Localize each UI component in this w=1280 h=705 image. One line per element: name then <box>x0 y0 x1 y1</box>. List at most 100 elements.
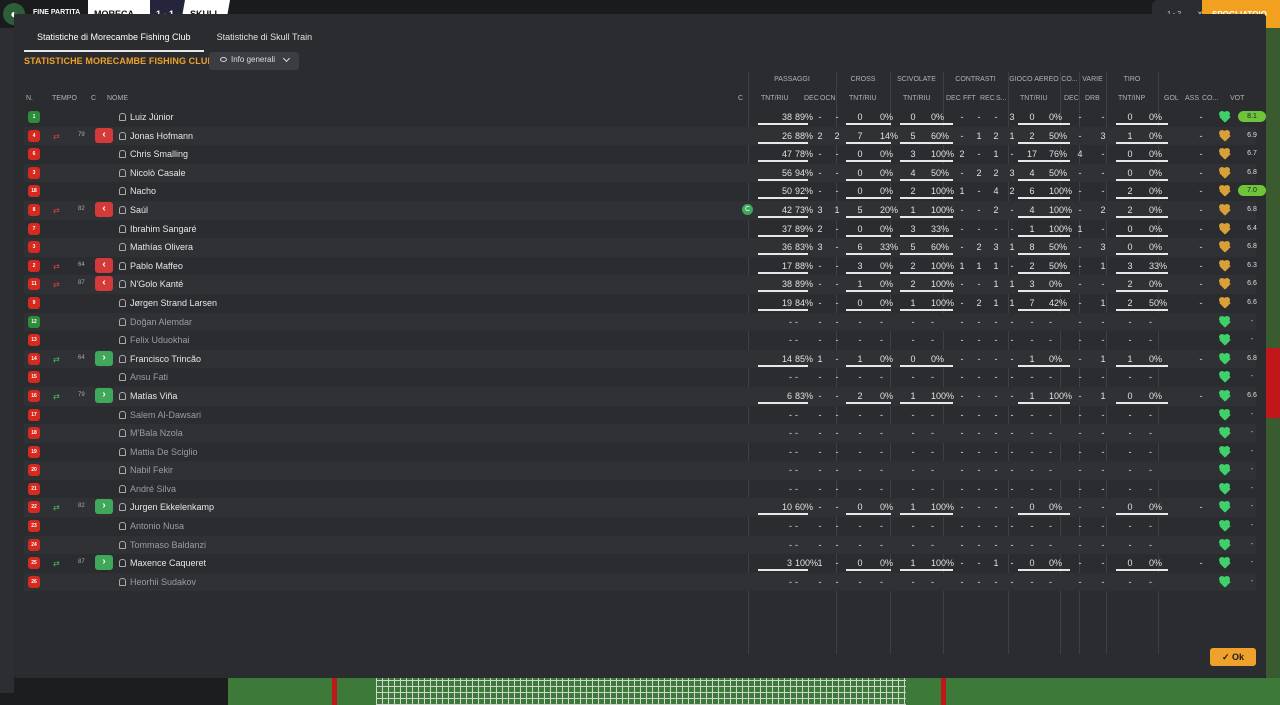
table-row[interactable]: 8 ⇄ 82 ‹ Saúl C 42 73% 3 1 5 20% 1 100% - -2-4 100% -2 2 0%… <box>24 200 1257 220</box>
stat-pass-ocn: - <box>835 539 839 550</box>
table-row[interactable]: 1 Luiz Júnior 38 89% - -0 0% 0 0% - - -3 0 0% - -0 0% -8.… <box>24 108 1266 127</box>
header-con-dec[interactable]: DEC <box>946 95 961 102</box>
player-name[interactable]: Francisco Trincão <box>130 354 201 364</box>
stat-con-rec: 3 <box>993 242 999 253</box>
sub-out-icon[interactable]: ‹ <box>95 127 113 143</box>
view-dropdown[interactable]: Info generali <box>209 52 299 70</box>
stat-tiro-t: 2 <box>1127 279 1133 290</box>
table-row[interactable]: 18 M'Bala Nzola - - - - - - - - - - - - - - - - - - - <box>24 424 1256 443</box>
player-name[interactable]: Luiz Júnior <box>130 112 174 122</box>
player-name[interactable]: Doğan Alemdar <box>130 317 192 327</box>
player-name[interactable]: Chris Smalling <box>130 149 188 159</box>
table-row[interactable]: 12 Doğan Alemdar - - - - - - - - - - - - - - - - - - - <box>24 312 1256 332</box>
header-con-fft[interactable]: FFT <box>963 95 976 102</box>
player-name[interactable]: Matías Viña <box>130 391 177 401</box>
table-row[interactable]: 9 Jørgen Strand Larsen 19 84% - -0 0% 1 100% -2 1 1… <box>24 294 1257 313</box>
header-n[interactable]: N. <box>26 95 33 102</box>
header-pass-dec[interactable]: DEC <box>804 95 819 102</box>
header-sciv-tntriu[interactable]: TNT/RIU <box>903 95 931 102</box>
header-pass-ocn[interactable]: OCN <box>820 95 836 102</box>
table-row[interactable]: 15 Ansu Fati - - - - - - - - - - - - - - - - - - - <box>24 368 1256 387</box>
header-c[interactable]: C <box>91 95 96 102</box>
stat-con-rec: - <box>994 390 998 401</box>
header-tempo[interactable]: TEMPO <box>52 95 77 102</box>
table-row[interactable]: 11 ⇄ 87 ‹ N'Golo Kanté 38 89% - -1 0% 2 100% - -1 1 3 0%… <box>24 275 1257 294</box>
header-cross-tntriu[interactable]: TNT/RIU <box>849 95 877 102</box>
player-name[interactable]: Pablo Maffeo <box>130 261 183 271</box>
tab-skull-train[interactable]: Statistiche di Skull Train <box>204 28 326 52</box>
player-name[interactable]: Ansu Fati <box>130 372 168 382</box>
table-row[interactable]: 6 Chris Smalling 47 78% - -0 0% 3 100% 2-1-17 76% 4… <box>24 145 1257 164</box>
tab-morecambe[interactable]: Statistiche di Morecambe Fishing Club <box>24 28 204 52</box>
header-gol[interactable]: GOL <box>1164 95 1179 102</box>
form-heart-icon <box>1219 408 1231 421</box>
sub-in-icon[interactable]: › <box>95 555 113 571</box>
table-row[interactable]: 17 Salem Al-Dawsari - - - - - - - - - - - - - - - - - - - <box>24 406 1256 425</box>
table-row[interactable]: 22 ⇄ 82 › Jurgen Ekkelenkamp 10 60% - -0 0% 1 100% -… <box>24 498 1256 518</box>
table-row[interactable]: 3 Nicolò Casale 56 94% - -0 0% 4 50% -2 2 3 4 50% - -0 0… <box>24 163 1257 183</box>
header-pass-tntriu[interactable]: TNT/RIU <box>761 95 789 102</box>
stat-drb: - <box>1101 112 1105 122</box>
player-name[interactable]: Maxence Caqueret <box>130 558 206 568</box>
table-row[interactable]: 20 Nabil Fekir - - - - - - - - - - - - - - - - - - - <box>24 461 1256 480</box>
table-row[interactable]: 26 Heorhii Sudakov - - - - - - - - - - - - - - - - - - - <box>24 572 1256 592</box>
table-row[interactable]: 16 ⇄ 79 › Matías Viña 6 83% - -2 0% 1 100% - - - -1 100%… <box>24 386 1257 406</box>
sub-out-icon[interactable]: ‹ <box>95 201 113 217</box>
stat-aer-p: 50% <box>1049 167 1068 178</box>
stat-co-dec: - <box>1078 390 1082 401</box>
header-drb[interactable]: DRB <box>1085 95 1100 102</box>
player-name[interactable]: Ibrahim Sangaré <box>130 224 197 234</box>
table-row[interactable]: 14 ⇄ 64 › Francisco Trincão 14 85% 1-1 0% 0 0% - - - -… <box>24 349 1257 369</box>
sub-in-icon[interactable]: › <box>95 350 113 366</box>
header-vot[interactable]: VOT <box>1230 95 1244 102</box>
ok-button[interactable]: ✓ Ok <box>1210 648 1256 666</box>
player-name[interactable]: Mathías Olivera <box>130 242 193 252</box>
player-name[interactable]: Mattia De Sciglio <box>130 447 198 457</box>
player-name[interactable]: Antonio Nusa <box>130 521 184 531</box>
player-name[interactable]: Heorhii Sudakov <box>130 577 196 587</box>
stat-underline <box>1116 197 1168 200</box>
player-name[interactable]: André Silva <box>130 484 176 494</box>
table-row[interactable]: 25 ⇄ 87 › Maxence Caqueret 3 100% 1-0 0% 1 100% - -1… <box>24 554 1256 573</box>
header-nome[interactable]: NOME <box>107 95 128 102</box>
sub-out-icon[interactable]: ‹ <box>95 257 113 273</box>
header-captain[interactable]: C <box>738 95 743 102</box>
player-name[interactable]: Felix Uduokhai <box>130 335 190 345</box>
stat-aer-p: - <box>1049 465 1052 476</box>
header-aer-tntriu[interactable]: TNT/RIU <box>1020 95 1048 102</box>
table-row[interactable]: 23 Antonio Nusa - - - - - - - - - - - - - - - - - - - <box>24 517 1256 536</box>
sub-in-icon[interactable]: › <box>95 387 113 403</box>
stat-tiro-t: - <box>1128 446 1132 457</box>
table-row[interactable]: 19 Mattia De Sciglio - - - - - - - - - - - - - - - - - - - <box>24 443 1256 462</box>
table-row[interactable]: 4 ⇄ 79 ‹ Jonas Hofmann 26 88% 2 2 7 14% 5 60% -1 2 1 2 50… <box>24 126 1257 146</box>
table-row[interactable]: 18 Nacho 50 92% - -0 0% 2 100% 1-4 2 6 100% - -2 0% -7.0 <box>24 182 1266 201</box>
table-row[interactable]: 3 Mathías Olivera 36 83% 3-6 33% 5 60% -2 3 1 8 50% -… <box>24 238 1257 257</box>
player-name[interactable]: M'Bala Nzola <box>130 428 183 438</box>
stat-tiro-p: 0% <box>1149 112 1163 122</box>
player-name[interactable]: N'Golo Kanté <box>130 279 183 289</box>
header-co2[interactable]: CO... <box>1202 95 1219 102</box>
player-name[interactable]: Nicolò Casale <box>130 168 186 178</box>
player-name[interactable]: Nacho <box>130 186 156 196</box>
player-name[interactable]: Tommaso Baldanzi <box>130 540 206 550</box>
player-name[interactable]: Jørgen Strand Larsen <box>130 298 217 308</box>
header-con-rec[interactable]: REC <box>980 95 995 102</box>
stat-con-dec: - <box>960 316 964 327</box>
header-ass[interactable]: ASS <box>1185 95 1199 102</box>
player-name[interactable]: Jonas Hofmann <box>130 131 193 141</box>
table-row[interactable]: 13 Felix Uduokhai - - - - - - - - - - - - - - - - - - - <box>24 331 1256 350</box>
sub-in-icon[interactable]: › <box>95 499 113 515</box>
table-row[interactable]: 21 André Silva - - - - - - - - - - - - - - - - - - - <box>24 480 1256 499</box>
player-name[interactable]: Saúl <box>130 205 148 215</box>
team-tabs: Statistiche di Morecambe Fishing Club St… <box>24 28 325 52</box>
player-name[interactable]: Salem Al-Dawsari <box>130 410 201 420</box>
player-name[interactable]: Jurgen Ekkelenkamp <box>130 502 214 512</box>
header-tiro-tntinp[interactable]: TNT/INP <box>1118 95 1145 102</box>
table-row[interactable]: 2 ⇄ 64 ‹ Pablo Maffeo 17 88% - -3 0% 2 100% 1 1 1-2 50%… <box>24 257 1257 276</box>
table-row[interactable]: 24 Tommaso Baldanzi - - - - - - - - - - - - - - - - - - - <box>24 535 1256 555</box>
player-name[interactable]: Nabil Fekir <box>130 465 173 475</box>
sub-out-icon[interactable]: ‹ <box>95 276 113 292</box>
table-row[interactable]: 7 Ibrahim Sangaré 37 89% 2-0 0% 3 33% - - - -1 100% 1… <box>24 220 1257 239</box>
header-co-dec[interactable]: DEC <box>1064 95 1079 102</box>
header-con-s[interactable]: S... <box>996 95 1007 102</box>
